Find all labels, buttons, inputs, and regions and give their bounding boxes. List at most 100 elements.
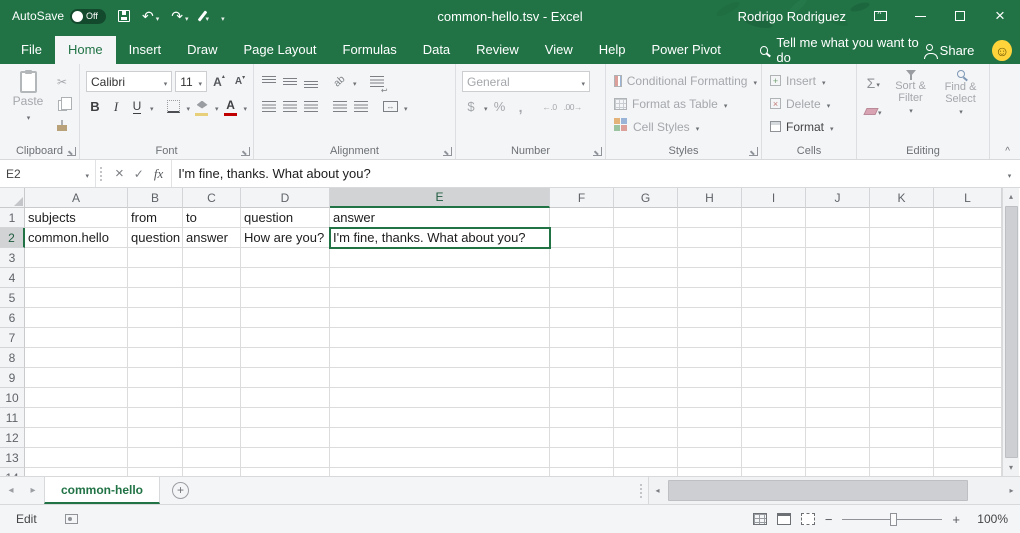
cell-D10[interactable] bbox=[241, 388, 330, 408]
cell-C12[interactable] bbox=[183, 428, 241, 448]
increase-font-size-button[interactable] bbox=[210, 72, 228, 92]
cell-J14[interactable] bbox=[806, 468, 870, 476]
cell-L13[interactable] bbox=[934, 448, 1002, 468]
cell-C5[interactable] bbox=[183, 288, 241, 308]
align-middle-button[interactable] bbox=[281, 72, 299, 92]
cell-L1[interactable] bbox=[934, 208, 1002, 228]
cell-H6[interactable] bbox=[678, 308, 742, 328]
column-header-F[interactable]: F bbox=[550, 188, 614, 208]
cell-C9[interactable] bbox=[183, 368, 241, 388]
cell-C13[interactable] bbox=[183, 448, 241, 468]
clipboard-dialog-launcher[interactable] bbox=[67, 147, 76, 156]
cell-A4[interactable] bbox=[25, 268, 128, 288]
cell-E5[interactable] bbox=[330, 288, 550, 308]
row-header-4[interactable]: 4 bbox=[0, 268, 25, 288]
tab-view[interactable]: View bbox=[532, 36, 586, 64]
styles-dialog-launcher[interactable] bbox=[749, 147, 758, 156]
autosum-button[interactable] bbox=[863, 73, 884, 93]
cell-K13[interactable] bbox=[870, 448, 934, 468]
chevron-down-icon[interactable] bbox=[185, 9, 189, 24]
horizontal-scrollbar[interactable] bbox=[648, 477, 1020, 504]
cell-K6[interactable] bbox=[870, 308, 934, 328]
cell-H12[interactable] bbox=[678, 428, 742, 448]
cell-B1[interactable]: from bbox=[128, 208, 183, 228]
chevron-down-icon[interactable] bbox=[752, 74, 757, 88]
cell-G14[interactable] bbox=[614, 468, 678, 476]
cell-B11[interactable] bbox=[128, 408, 183, 428]
chevron-down-icon[interactable] bbox=[214, 100, 219, 114]
cell-B13[interactable] bbox=[128, 448, 183, 468]
cell-I8[interactable] bbox=[742, 348, 806, 368]
tab-draw[interactable]: Draw bbox=[174, 36, 230, 64]
tab-home[interactable]: Home bbox=[55, 36, 116, 64]
cell-K5[interactable] bbox=[870, 288, 934, 308]
close-button[interactable] bbox=[980, 0, 1020, 32]
format-cells-button[interactable]: Format bbox=[768, 115, 852, 138]
cell-G2[interactable] bbox=[614, 228, 678, 248]
tab-formulas[interactable]: Formulas bbox=[330, 36, 410, 64]
macro-record-button[interactable] bbox=[65, 514, 78, 524]
cell-D3[interactable] bbox=[241, 248, 330, 268]
cell-A11[interactable] bbox=[25, 408, 128, 428]
chevron-down-icon[interactable] bbox=[877, 104, 882, 118]
cell-H9[interactable] bbox=[678, 368, 742, 388]
cell-G10[interactable] bbox=[614, 388, 678, 408]
confirm-entry-button[interactable] bbox=[134, 167, 144, 181]
tab-power-pivot[interactable]: Power Pivot bbox=[639, 36, 734, 64]
scroll-left-icon[interactable] bbox=[649, 482, 666, 499]
cell-H7[interactable] bbox=[678, 328, 742, 348]
cell-I12[interactable] bbox=[742, 428, 806, 448]
cell-G9[interactable] bbox=[614, 368, 678, 388]
cell-D11[interactable] bbox=[241, 408, 330, 428]
row-header-10[interactable]: 10 bbox=[0, 388, 25, 408]
paste-button[interactable]: Paste bbox=[6, 69, 50, 123]
cell-A1[interactable]: subjects bbox=[25, 208, 128, 228]
cell-C1[interactable]: to bbox=[183, 208, 241, 228]
percent-style-button[interactable] bbox=[491, 97, 509, 117]
cell-F8[interactable] bbox=[550, 348, 614, 368]
row-header-12[interactable]: 12 bbox=[0, 428, 25, 448]
delete-cells-button[interactable]: Delete bbox=[768, 92, 852, 115]
cell-C7[interactable] bbox=[183, 328, 241, 348]
alignment-dialog-launcher[interactable] bbox=[443, 147, 452, 156]
cell-H1[interactable] bbox=[678, 208, 742, 228]
column-header-G[interactable]: G bbox=[614, 188, 678, 208]
column-header-D[interactable]: D bbox=[241, 188, 330, 208]
format-painter-button[interactable] bbox=[53, 118, 71, 138]
zoom-out-button[interactable] bbox=[825, 512, 833, 527]
number-format-combo[interactable]: General bbox=[462, 71, 590, 92]
column-header-A[interactable]: A bbox=[25, 188, 128, 208]
maximize-button[interactable] bbox=[940, 0, 980, 32]
cell-E3[interactable] bbox=[330, 248, 550, 268]
font-size-combo[interactable]: 11 bbox=[175, 71, 207, 92]
align-bottom-button[interactable] bbox=[302, 72, 320, 92]
cell-C10[interactable] bbox=[183, 388, 241, 408]
cell-F6[interactable] bbox=[550, 308, 614, 328]
row-header-7[interactable]: 7 bbox=[0, 328, 25, 348]
cell-C2[interactable]: answer bbox=[183, 228, 241, 248]
cell-I3[interactable] bbox=[742, 248, 806, 268]
cell-A3[interactable] bbox=[25, 248, 128, 268]
cell-H13[interactable] bbox=[678, 448, 742, 468]
accounting-format-button[interactable] bbox=[462, 97, 480, 117]
chevron-down-icon[interactable] bbox=[829, 120, 834, 134]
find-select-button[interactable]: Find & Select bbox=[938, 69, 984, 121]
chevron-down-icon[interactable] bbox=[908, 104, 913, 118]
row-header-5[interactable]: 5 bbox=[0, 288, 25, 308]
cell-J10[interactable] bbox=[806, 388, 870, 408]
cell-L14[interactable] bbox=[934, 468, 1002, 476]
cell-D12[interactable] bbox=[241, 428, 330, 448]
cell-H11[interactable] bbox=[678, 408, 742, 428]
cell-F4[interactable] bbox=[550, 268, 614, 288]
save-icon[interactable] bbox=[118, 10, 130, 22]
column-header-E[interactable]: E bbox=[330, 188, 550, 208]
cell-I5[interactable] bbox=[742, 288, 806, 308]
sheet-bar-divider[interactable] bbox=[640, 484, 642, 498]
previous-sheet-button[interactable] bbox=[0, 485, 22, 496]
tab-page-layout[interactable]: Page Layout bbox=[231, 36, 330, 64]
number-dialog-launcher[interactable] bbox=[593, 147, 602, 156]
font-dialog-launcher[interactable] bbox=[241, 147, 250, 156]
cell-I10[interactable] bbox=[742, 388, 806, 408]
zoom-slider[interactable] bbox=[842, 519, 942, 520]
cell-B14[interactable] bbox=[128, 468, 183, 476]
